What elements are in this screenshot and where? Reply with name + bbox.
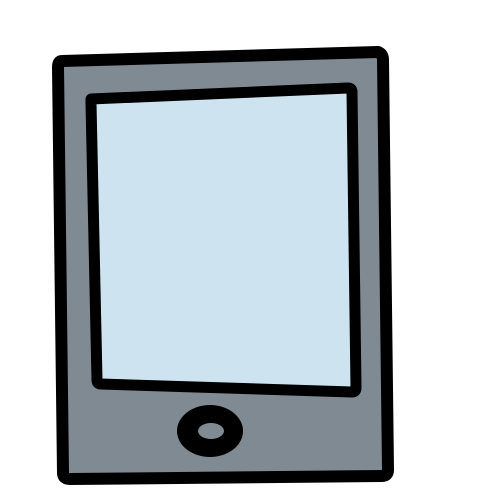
home-button (177, 405, 243, 457)
tablet-screen (85, 82, 362, 398)
tablet-illustration (0, 0, 500, 500)
